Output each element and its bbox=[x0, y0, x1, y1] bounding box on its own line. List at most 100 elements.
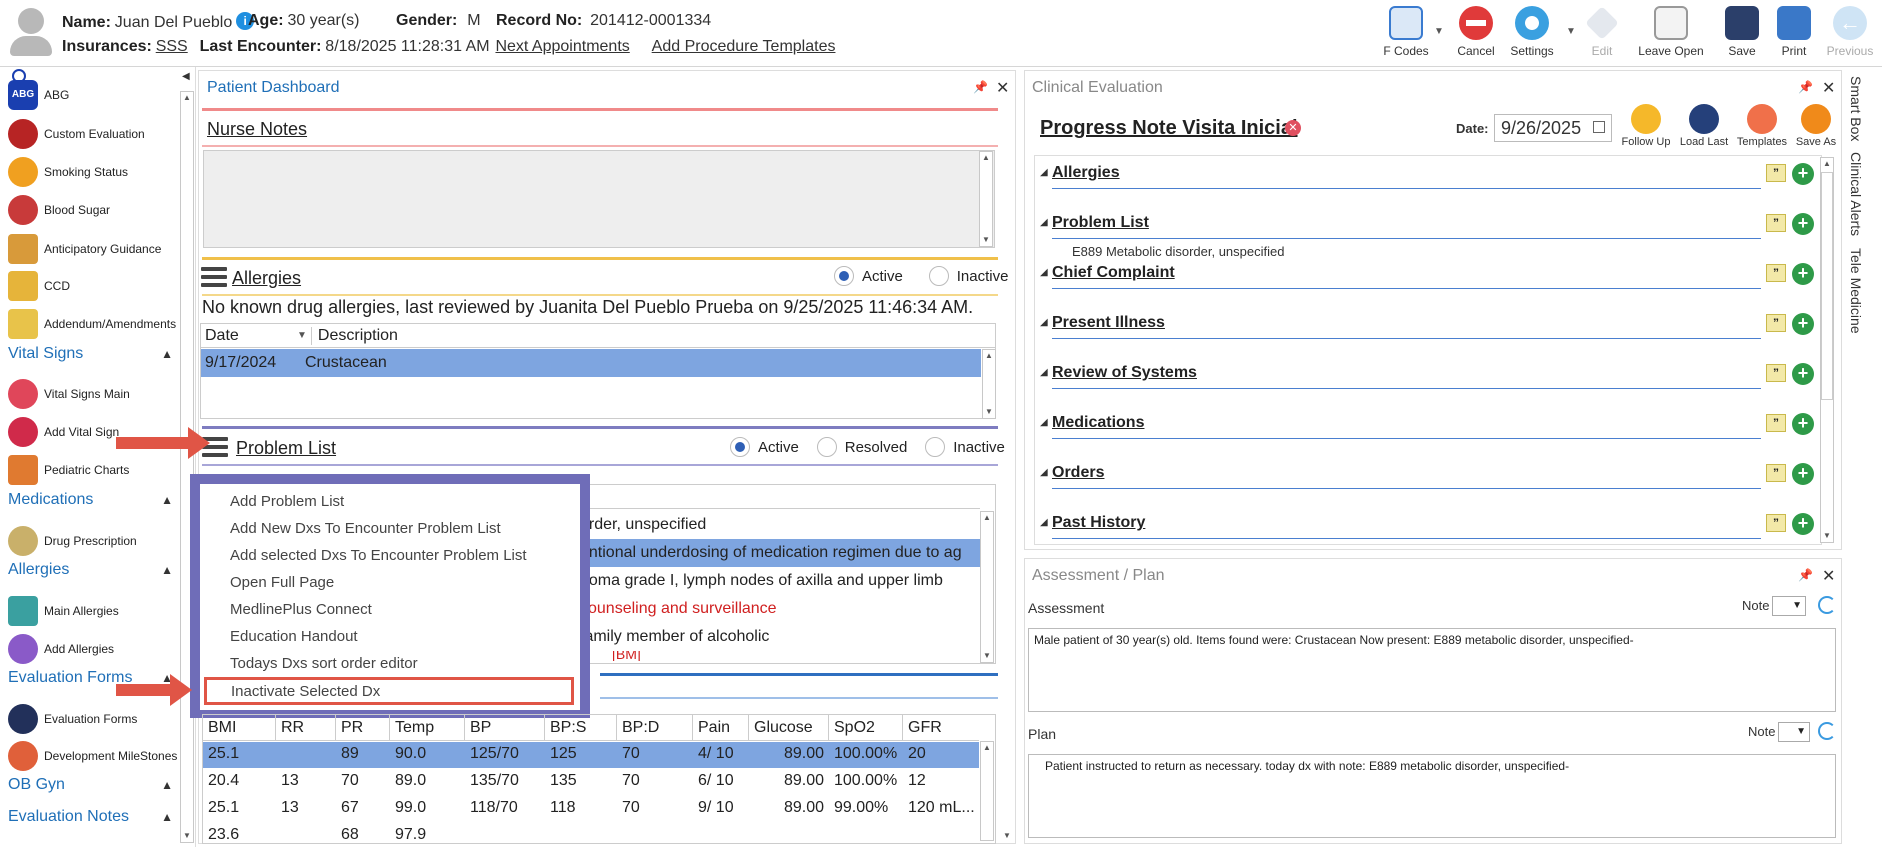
sidebar-item-pediatric-charts[interactable]: Pediatric Charts bbox=[8, 453, 180, 487]
add-plus-icon[interactable]: + bbox=[1792, 213, 1814, 235]
collapse-sidebar-icon[interactable]: ◀ bbox=[182, 71, 190, 82]
sidebar-section-allergies[interactable]: Allergies ▲ bbox=[8, 561, 173, 579]
sidebar-item-abg[interactable]: ABG ABG bbox=[8, 78, 180, 112]
tab-smart-box[interactable]: Smart Box bbox=[1848, 76, 1864, 141]
collapse-triangle-icon[interactable]: ◢ bbox=[1040, 167, 1048, 178]
add-procedure-templates-link[interactable]: Add Procedure Templates bbox=[652, 38, 836, 55]
allergy-table-scrollbar[interactable]: ▲ ▼ bbox=[982, 349, 996, 419]
leave-open-button[interactable]: Leave Open bbox=[1636, 6, 1706, 64]
table-row[interactable] bbox=[203, 823, 979, 849]
add-plus-icon[interactable]: + bbox=[1792, 263, 1814, 285]
close-icon[interactable]: ✕ bbox=[1822, 566, 1835, 586]
sidebar-section-vital-signs[interactable]: Vital Signs ▲ bbox=[8, 345, 173, 363]
save-as-button[interactable]: Save As bbox=[1790, 104, 1842, 148]
load-last-button[interactable]: Load Last bbox=[1676, 104, 1732, 148]
pin-icon[interactable]: 📌 bbox=[1798, 568, 1813, 582]
sidebar-item-anticipatory-guidance[interactable]: Anticipatory Guidance bbox=[8, 232, 180, 266]
vitals-col-header[interactable]: SpO2 bbox=[834, 719, 875, 737]
vitals-col-header[interactable]: GFR bbox=[908, 719, 942, 737]
section-title[interactable]: Problem List bbox=[1052, 214, 1149, 232]
vitals-col-header[interactable]: BMI bbox=[208, 719, 236, 737]
collapse-triangle-icon[interactable]: ◢ bbox=[1040, 417, 1048, 428]
vitals-col-header[interactable]: BP:S bbox=[550, 719, 586, 737]
collapse-triangle-icon[interactable]: ◢ bbox=[1040, 317, 1048, 328]
edit-button[interactable]: Edit bbox=[1574, 6, 1630, 64]
sidebar-item-ccd[interactable]: CCD bbox=[8, 269, 180, 303]
plan-textarea[interactable]: Patient instructed to return as necessar… bbox=[1028, 754, 1836, 838]
section-title[interactable]: Orders bbox=[1052, 464, 1104, 482]
collapse-triangle-icon[interactable]: ◢ bbox=[1040, 517, 1048, 528]
plan-note-dropdown[interactable]: ▼ bbox=[1778, 722, 1810, 742]
fcodes-dropdown-icon[interactable]: ▼ bbox=[1434, 26, 1444, 37]
clinical-scroll-thumb[interactable] bbox=[1821, 172, 1833, 400]
tab-tele-medicine[interactable]: Tele Medicine bbox=[1848, 248, 1864, 334]
problem-resolved-radio[interactable]: Resolved bbox=[816, 437, 907, 457]
follow-up-button[interactable]: Follow Up bbox=[1618, 104, 1674, 148]
quote-icon[interactable]: ” bbox=[1766, 464, 1786, 482]
menu-add-new-dxs[interactable]: Add New Dxs To Encounter Problem List bbox=[230, 516, 501, 540]
menu-education-handout[interactable]: Education Handout bbox=[230, 624, 358, 648]
sidebar-item-vital-signs-main[interactable]: Vital Signs Main bbox=[8, 377, 180, 411]
sort-down-icon[interactable]: ▼ bbox=[297, 330, 307, 341]
add-plus-icon[interactable]: + bbox=[1792, 363, 1814, 385]
pin-icon[interactable]: 📌 bbox=[1798, 80, 1813, 94]
allergies-inactive-radio[interactable]: Inactive bbox=[928, 266, 1008, 286]
problem-active-radio[interactable]: Active bbox=[730, 437, 799, 457]
templates-button[interactable]: Templates bbox=[1734, 104, 1790, 148]
insurance-link[interactable]: SSS bbox=[156, 38, 188, 55]
add-plus-icon[interactable]: + bbox=[1792, 313, 1814, 335]
add-plus-icon[interactable]: + bbox=[1792, 413, 1814, 435]
vitals-col-header[interactable]: BP:D bbox=[622, 719, 659, 737]
table-row[interactable]: order, unspecified bbox=[580, 511, 980, 539]
quote-icon[interactable]: ” bbox=[1766, 314, 1786, 332]
date-field[interactable]: 9/26/2025 bbox=[1494, 114, 1612, 142]
quote-icon[interactable]: ” bbox=[1766, 214, 1786, 232]
table-row[interactable]: counseling and surveillance bbox=[580, 595, 980, 623]
table-row[interactable]: homa grade I, lymph nodes of axilla and … bbox=[580, 567, 980, 595]
sidebar-section-medications[interactable]: Medications ▲ bbox=[8, 491, 173, 509]
sidebar-item-blood-sugar[interactable]: Blood Sugar bbox=[8, 193, 180, 227]
next-appointments-link[interactable]: Next Appointments bbox=[495, 38, 629, 55]
refresh-icon[interactable] bbox=[1818, 596, 1836, 614]
sidebar-item-drug-prescription[interactable]: Drug Prescription bbox=[8, 524, 180, 558]
fcodes-button[interactable]: F Codes bbox=[1374, 6, 1438, 64]
sidebar-item-main-allergies[interactable]: Main Allergies bbox=[8, 594, 180, 628]
section-title[interactable]: Chief Complaint bbox=[1052, 264, 1175, 282]
allergies-menu-icon[interactable] bbox=[201, 267, 227, 287]
table-row[interactable]: 9/17/2024 Crustacean bbox=[201, 349, 981, 377]
add-plus-icon[interactable]: + bbox=[1792, 463, 1814, 485]
vitals-col-header[interactable]: Glucose bbox=[754, 719, 813, 737]
vitals-col-header[interactable]: BP bbox=[470, 719, 491, 737]
remove-note-icon[interactable]: ✕ bbox=[1285, 120, 1301, 136]
quote-icon[interactable]: ” bbox=[1766, 514, 1786, 532]
tab-clinical-alerts[interactable]: Clinical Alerts bbox=[1848, 152, 1864, 236]
section-title[interactable]: Past History bbox=[1052, 514, 1145, 532]
settings-button[interactable]: Settings bbox=[1504, 6, 1560, 64]
collapse-triangle-icon[interactable]: ◢ bbox=[1040, 467, 1048, 478]
save-button[interactable]: Save bbox=[1714, 6, 1770, 64]
sidebar-item-addendum[interactable]: Addendum/Amendments bbox=[8, 307, 180, 341]
problem-inactive-radio[interactable]: Inactive bbox=[925, 437, 1005, 457]
add-plus-icon[interactable]: + bbox=[1792, 163, 1814, 185]
sidebar-item-smoking-status[interactable]: Smoking Status bbox=[8, 155, 180, 189]
collapse-triangle-icon[interactable]: ◢ bbox=[1040, 367, 1048, 378]
vitals-table-scrollbar[interactable]: ▲ bbox=[980, 741, 994, 841]
menu-add-selected-dxs[interactable]: Add selected Dxs To Encounter Problem Li… bbox=[230, 543, 527, 567]
allergies-active-radio[interactable]: Active bbox=[834, 266, 903, 286]
table-row[interactable]: family member of alcoholic bbox=[580, 623, 980, 651]
col-date[interactable]: Date bbox=[201, 327, 297, 345]
nurse-notes-scrollbar[interactable]: ▲ ▼ bbox=[979, 151, 993, 247]
sidebar-item-evaluation-forms[interactable]: Evaluation Forms bbox=[8, 702, 180, 736]
vitals-col-header[interactable]: Pain bbox=[698, 719, 730, 737]
assessment-textarea[interactable]: Male patient of 30 year(s) old. Items fo… bbox=[1028, 628, 1836, 712]
quote-icon[interactable]: ” bbox=[1766, 164, 1786, 182]
cancel-button[interactable]: Cancel bbox=[1448, 6, 1504, 64]
col-description[interactable]: Description bbox=[310, 326, 398, 345]
section-title[interactable]: Review of Systems bbox=[1052, 364, 1197, 382]
section-title[interactable]: Allergies bbox=[1052, 164, 1120, 182]
collapse-triangle-icon[interactable]: ◢ bbox=[1040, 217, 1048, 228]
nurse-notes-textarea[interactable] bbox=[203, 150, 995, 248]
print-button[interactable]: Print bbox=[1766, 6, 1822, 64]
add-plus-icon[interactable]: + bbox=[1792, 513, 1814, 535]
problem-table-scrollbar[interactable]: ▲ ▼ bbox=[980, 511, 994, 663]
